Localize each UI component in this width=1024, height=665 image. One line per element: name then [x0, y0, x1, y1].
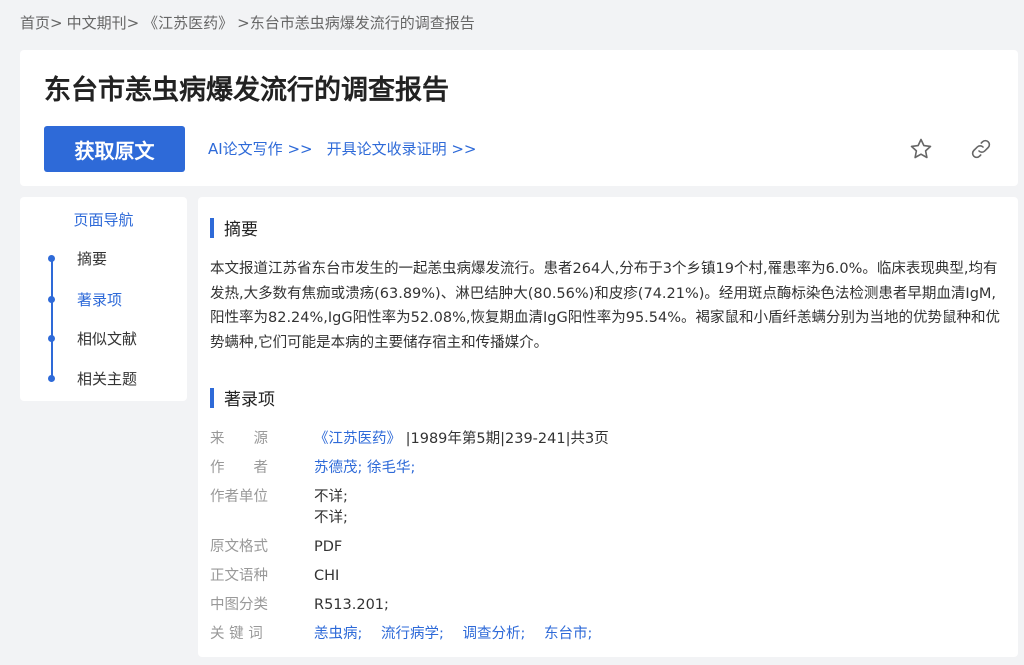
field-label: 正文语种 — [210, 568, 268, 584]
nav-dot — [48, 295, 55, 303]
heading-bar — [210, 387, 214, 408]
journal-link[interactable]: 《江苏医药》 — [314, 431, 401, 447]
ai-writing-link[interactable]: AI论文写作 >> — [208, 138, 313, 159]
affiliation-1: 不详; — [314, 489, 348, 505]
author-link[interactable]: 苏德茂; 徐毛华; — [314, 460, 415, 476]
field-source: 来 源 《江苏医药》 |1989年第5期|239-241|共3页 — [210, 429, 609, 450]
field-value: 不详; 不详; — [314, 487, 348, 529]
nav-item-label: 相似文献 — [77, 329, 138, 348]
abstract-heading: 摘要 — [210, 215, 258, 240]
field-language: 正文语种 CHI — [210, 566, 339, 587]
field-label: 中图分类 — [210, 597, 268, 613]
nav-item-label: 摘要 — [77, 249, 108, 268]
nav-item-similar[interactable]: 相似文献 — [44, 327, 137, 349]
article-header: 东台市恙虫病爆发流行的调查报告 获取原文 AI论文写作 >> 开具论文收录证明 … — [20, 50, 1018, 186]
abstract-text: 本文报道江苏省东台市发生的一起恙虫病爆发流行。患者264人,分布于3个乡镇19个… — [210, 261, 1001, 351]
keyword-link[interactable]: 东台市; — [544, 626, 592, 642]
field-label: 来 源 — [210, 431, 268, 447]
field-keywords: 关 键 词 恙虫病; 流行病学; 调查分析; 东台市; — [210, 624, 606, 645]
field-author: 作 者 苏德茂; 徐毛华; — [210, 458, 415, 479]
article-content: 摘要 本文报道江苏省东台市发生的一起恙虫病爆发流行。患者264人,分布于3个乡镇… — [198, 197, 1018, 657]
keyword-link[interactable]: 恙虫病; — [314, 626, 362, 642]
field-value: 恙虫病; 流行病学; 调查分析; 东台市; — [314, 624, 606, 645]
nav-dot — [48, 254, 55, 262]
field-value: 《江苏医药》 |1989年第5期|239-241|共3页 — [314, 429, 609, 450]
breadcrumb: 首页> 中文期刊> 《江苏医药》 >东台市恙虫病爆发流行的调查报告 — [20, 10, 479, 34]
certificate-link[interactable]: 开具论文收录证明 >> — [327, 138, 477, 159]
page-title: 东台市恙虫病爆发流行的调查报告 — [44, 75, 449, 106]
nav-item-label: 著录项 — [77, 290, 123, 309]
affiliation-2: 不详; — [314, 510, 348, 526]
keyword-link[interactable]: 调查分析; — [463, 626, 526, 642]
field-value: CHI — [314, 568, 340, 584]
nav-dot — [48, 334, 55, 342]
field-value: PDF — [314, 539, 343, 555]
get-fulltext-button[interactable]: 获取原文 — [44, 126, 185, 172]
field-label: 作 者 — [210, 460, 268, 476]
nav-item-label: 相关主题 — [77, 369, 138, 388]
page-nav: 页面导航 摘要 著录项 相似文献 相关主题 — [20, 197, 187, 401]
field-format: 原文格式 PDF — [210, 537, 342, 558]
nav-title: 页面导航 — [73, 211, 134, 229]
field-value: 苏德茂; 徐毛华; — [314, 458, 415, 479]
nav-dot — [48, 374, 55, 382]
field-label: 关 键 词 — [210, 626, 263, 642]
field-classification: 中图分类 R513.201; — [210, 595, 389, 616]
nav-item-topics[interactable]: 相关主题 — [44, 367, 137, 389]
heading-bar — [210, 217, 214, 238]
link-icon[interactable] — [966, 134, 996, 164]
field-label: 作者单位 — [210, 489, 268, 505]
breadcrumb-home[interactable]: 首页> — [20, 12, 63, 33]
breadcrumb-current: >东台市恙虫病爆发流行的调查报告 — [237, 13, 475, 32]
star-icon[interactable] — [906, 134, 936, 164]
record-heading-label: 著录项 — [224, 390, 275, 410]
keyword-link[interactable]: 流行病学; — [381, 626, 444, 642]
header-links: AI论文写作 >> 开具论文收录证明 >> — [208, 138, 477, 159]
abstract-heading-label: 摘要 — [224, 220, 258, 240]
source-detail: |1989年第5期|239-241|共3页 — [405, 431, 609, 447]
field-label: 原文格式 — [210, 539, 268, 555]
nav-item-record[interactable]: 著录项 — [44, 288, 122, 310]
nav-item-abstract[interactable]: 摘要 — [44, 247, 107, 269]
field-affiliation: 作者单位 不详; 不详; — [210, 487, 348, 529]
field-value: R513.201; — [314, 597, 389, 613]
breadcrumb-journal[interactable]: 《江苏医药》 — [143, 12, 233, 33]
nav-timeline — [51, 259, 53, 379]
record-heading: 著录项 — [210, 385, 275, 410]
breadcrumb-journals[interactable]: 中文期刊> — [67, 12, 140, 33]
